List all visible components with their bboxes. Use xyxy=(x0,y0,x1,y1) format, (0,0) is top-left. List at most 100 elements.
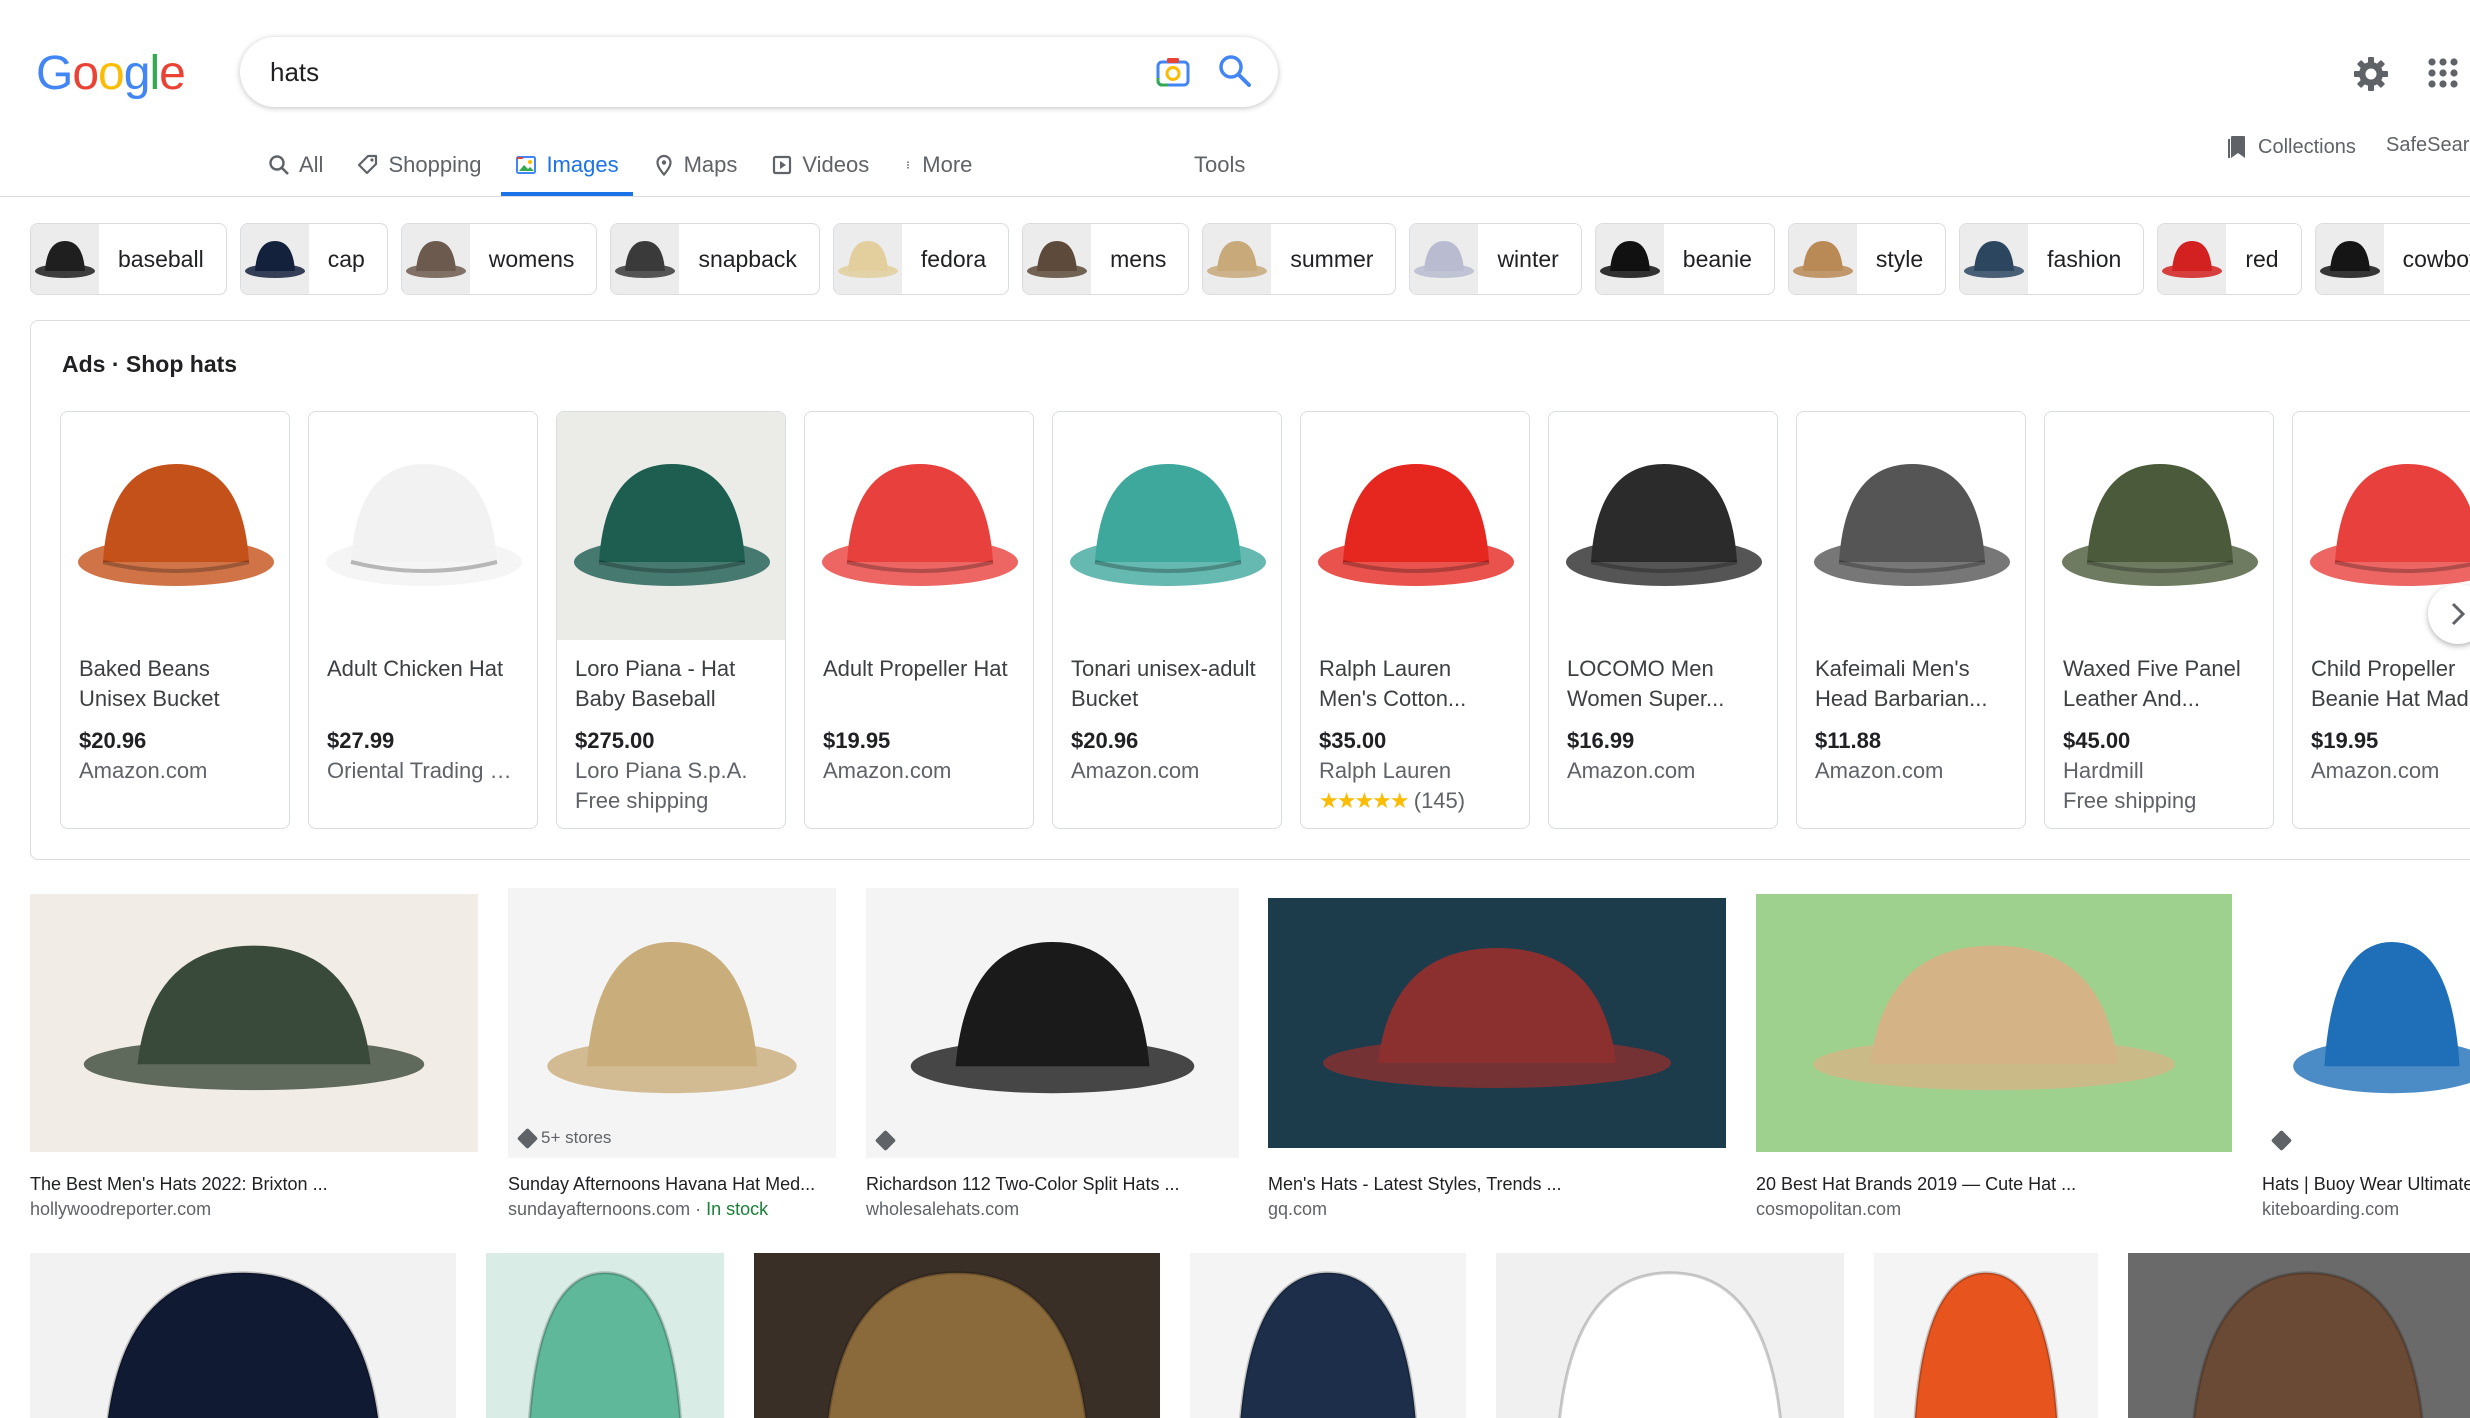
search-input[interactable] xyxy=(270,51,1070,93)
ad-price: $20.96 xyxy=(79,728,147,753)
safesearch-link[interactable]: SafeSearch xyxy=(2386,134,2470,157)
tab-all[interactable]: All xyxy=(268,146,323,196)
image-result[interactable] xyxy=(30,1253,456,1418)
chip-label: snapback xyxy=(698,245,797,272)
result-source: wholesalehats.com xyxy=(866,1196,1239,1222)
chip-style[interactable]: style xyxy=(1787,223,1947,295)
chip-label: beanie xyxy=(1682,245,1752,272)
hat-image xyxy=(1913,1271,2059,1418)
ad-seller: Amazon.com xyxy=(79,758,208,783)
tab-label: Shopping xyxy=(388,152,482,177)
chip-label: fashion xyxy=(2047,245,2122,272)
collections-link[interactable]: Collections xyxy=(2228,132,2356,162)
chip-label: summer xyxy=(1290,245,1374,272)
ad-seller: Oriental Trading C... xyxy=(327,758,519,783)
ad-cards-carousel: Baked Beans Unisex Bucket Ha... $20.96 Ama… xyxy=(60,411,2470,829)
chip-cowboy[interactable]: cowboy xyxy=(2314,223,2470,295)
ad-product-title: Adult Propeller Hat xyxy=(823,656,1008,681)
ad-product-card[interactable]: Adult Chicken Hat $27.99 Oriental Trading … xyxy=(308,411,538,829)
tab-videos[interactable]: Videos xyxy=(771,146,869,196)
ad-seller: Loro Piana S.p.A. xyxy=(575,758,748,783)
hat-thumbnail-icon xyxy=(1207,241,1268,278)
source-domain: cosmopolitan.com xyxy=(1756,1199,1902,1219)
ad-product-card[interactable]: Tonari unisex-adult Bucket $20.96 Amazon.c… xyxy=(1052,411,1282,829)
chip-fashion[interactable]: fashion xyxy=(1959,223,2145,295)
ad-product-card[interactable]: LOCOMO Men Women Super... $16.99 Amazon.co… xyxy=(1548,411,1778,829)
chip-thumbnail xyxy=(1203,224,1272,294)
image-result[interactable] xyxy=(1496,1253,1844,1418)
ad-product-title: Loro Piana - Hat Baby Baseball Ca... xyxy=(575,656,736,711)
chip-summer[interactable]: summer xyxy=(1202,223,1397,295)
google-apps-icon[interactable] xyxy=(2428,58,2458,88)
tab-shopping[interactable]: Shopping xyxy=(357,146,481,196)
ad-seller: Amazon.com xyxy=(823,758,952,783)
hat-thumbnail-icon xyxy=(1599,241,1660,278)
collections-label: Collections xyxy=(2258,135,2356,158)
ad-seller: Amazon.com xyxy=(2311,758,2440,783)
search-box[interactable] xyxy=(240,37,1278,107)
camera-search-icon[interactable] xyxy=(1156,56,1190,88)
ad-product-image xyxy=(1797,412,2025,640)
result-title: Richardson 112 Two-Color Split Hats ... xyxy=(866,1174,1180,1194)
ad-product-card[interactable]: Kafeimali Men's Head Barbarian... $11.88 A… xyxy=(1796,411,2026,829)
chip-mens[interactable]: mens xyxy=(1022,223,1190,295)
ad-product-card[interactable]: Baked Beans Unisex Bucket Ha... $20.96 Ama… xyxy=(60,411,290,829)
ad-product-card[interactable]: Ralph Lauren Men's Cotton... $35.00 Ralph … xyxy=(1300,411,1530,829)
tab-maps[interactable]: Maps xyxy=(653,146,737,196)
tab-more[interactable]: More xyxy=(903,146,972,196)
image-result[interactable]: The Best Men's Hats 2022: Brixton ... hol… xyxy=(30,894,478,1222)
ad-price: $35.00 xyxy=(1319,728,1387,753)
tab-images[interactable]: Images xyxy=(501,146,633,196)
ad-product-card[interactable]: Waxed Five Panel Leather And... $45.00 Har… xyxy=(2044,411,2274,829)
chip-winter[interactable]: winter xyxy=(1409,223,1582,295)
settings-gear-icon[interactable] xyxy=(2353,56,2389,92)
chip-beanie[interactable]: beanie xyxy=(1594,223,1775,295)
chip-thumbnail xyxy=(611,224,680,294)
result-image xyxy=(2262,888,2470,1158)
ad-seller: Amazon.com xyxy=(1815,758,1944,783)
chip-red[interactable]: red xyxy=(2157,223,2302,295)
hat-product-image xyxy=(78,464,274,586)
google-logo[interactable]: Google xyxy=(36,46,186,101)
chip-snapback[interactable]: snapback xyxy=(610,223,820,295)
image-result[interactable] xyxy=(486,1253,724,1418)
search-icon[interactable] xyxy=(1218,54,1252,88)
image-result[interactable]: 20 Best Hat Brands 2019 — Cute Hat ... co… xyxy=(1756,894,2232,1222)
chip-thumbnail xyxy=(401,224,470,294)
image-result[interactable]: Men's Hats - Latest Styles, Trends ... gq… xyxy=(1268,898,1726,1222)
hat-image xyxy=(2293,942,2470,1094)
rating-stars-icon: ★★★★★ xyxy=(1319,788,1410,813)
result-title: Sunday Afternoons Havana Hat Med... xyxy=(508,1174,816,1194)
hat-image xyxy=(1239,1271,1417,1418)
image-result[interactable] xyxy=(2128,1253,2470,1418)
stock-status: In stock xyxy=(706,1199,769,1219)
hat-image xyxy=(106,1271,380,1418)
image-result[interactable]: 5+ stores Sunday Afternoons Havana Hat Me… xyxy=(508,888,836,1222)
image-result[interactable] xyxy=(754,1253,1160,1418)
result-image xyxy=(1268,898,1726,1148)
chip-fedora[interactable]: fedora xyxy=(832,223,1010,295)
logo-letter: l xyxy=(149,47,160,100)
image-result[interactable]: Richardson 112 Two-Color Split Hats ... w… xyxy=(866,888,1239,1222)
chip-baseball[interactable]: baseball xyxy=(30,223,227,295)
chip-label: womens xyxy=(488,245,575,272)
source-domain: sundayafternoons.com xyxy=(508,1199,691,1219)
result-image xyxy=(1190,1253,1466,1418)
source-domain: hollywoodreporter.com xyxy=(30,1199,212,1219)
ad-product-card[interactable]: Adult Propeller Hat $19.95 Amazon.com xyxy=(804,411,1034,829)
ad-product-image xyxy=(309,412,537,640)
ad-product-image xyxy=(1053,412,1281,640)
image-result[interactable] xyxy=(1190,1253,1466,1418)
chip-cap[interactable]: cap xyxy=(239,223,388,295)
hat-product-image xyxy=(326,464,522,586)
image-result[interactable]: Hats | Buoy Wear Ultimate... kiteboarding… xyxy=(2262,888,2470,1222)
ad-product-image xyxy=(557,412,785,640)
chip-womens[interactable]: womens xyxy=(400,223,598,295)
tools-button[interactable]: Tools xyxy=(1194,152,1245,178)
hat-image xyxy=(910,942,1195,1094)
ad-product-card[interactable]: Loro Piana - Hat Baby Baseball Ca... $275… xyxy=(556,411,786,829)
image-result[interactable] xyxy=(1874,1253,2098,1418)
header-divider xyxy=(0,196,2470,197)
chevron-right-icon xyxy=(2451,602,2466,626)
tab-label: All xyxy=(299,152,324,177)
